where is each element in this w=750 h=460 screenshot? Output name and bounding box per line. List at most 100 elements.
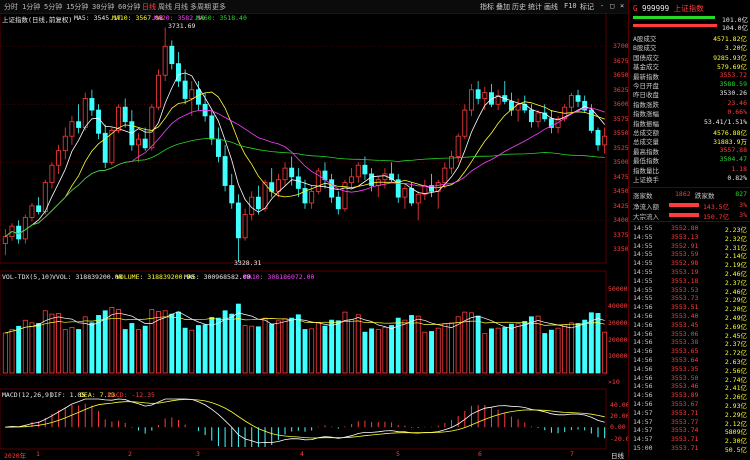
net-inflow-value: 143.5亿 [703, 203, 730, 211]
tick-time: 14:56 [633, 320, 653, 329]
tick-price: 3552.98 [671, 259, 699, 268]
low-annotation: 3328.31 [234, 259, 262, 267]
advance-decline-row: 涨家数 1862 跌家数 827 [633, 190, 747, 200]
tick-price: 3553.06 [671, 329, 699, 338]
price-axis-label: 3375 [613, 230, 629, 239]
candle-body [56, 150, 62, 166]
price-axis-label: 3625 [613, 85, 629, 94]
quote-row: 指数振幅 53.41/1.51% [633, 118, 747, 128]
tab-more[interactable]: 更多 [212, 2, 226, 12]
candle-body [295, 176, 301, 189]
date-axis-label: 7 [570, 450, 574, 458]
price-axis-label: 3350 [613, 245, 629, 254]
minimize-button[interactable]: - [600, 2, 604, 10]
net-inflow-row: 净流入额 143.5亿 3% [633, 201, 747, 211]
volume-bar [2, 332, 8, 374]
draw-button[interactable]: 画线 [544, 2, 558, 12]
tick-time: 14:57 [633, 408, 653, 417]
close-button[interactable]: × [620, 2, 624, 10]
candle-body [309, 190, 315, 204]
volume-bar [375, 329, 381, 374]
f10-button[interactable]: F10 [564, 2, 577, 10]
volume-bar [215, 317, 221, 374]
history-button[interactable]: 历史 [512, 2, 526, 12]
candle-body [62, 135, 68, 152]
tick-row: 14:56 3553.35 2.56亿 [633, 365, 747, 375]
price-axis-label: 3525 [613, 143, 629, 152]
tick-price: 3553.71 [671, 408, 699, 417]
tick-time: 14:56 [633, 312, 653, 320]
net-inflow-pct: 3% [739, 201, 747, 209]
candle-body [528, 109, 534, 123]
quote-row-label: 上证换手 [633, 176, 659, 184]
tab-fenshi[interactable]: 分时 [4, 2, 18, 12]
volume-bar [582, 319, 588, 374]
tick-price: 3553.71 [671, 435, 699, 444]
tick-time: 14:56 [633, 329, 653, 338]
candle-body [76, 121, 82, 128]
main-panel-frame [0, 12, 607, 264]
tick-row: 14:56 3553.46 2.41亿 [633, 382, 747, 392]
ratio-bar-green [633, 16, 715, 19]
quote-row: 上证换手 0.82% [633, 174, 747, 184]
macd-legend-title: MACD(12,26,9) [2, 391, 53, 399]
volume-bar [329, 319, 335, 374]
volume-bar [522, 321, 528, 374]
volume-bar [96, 315, 102, 374]
volume-bar [62, 329, 68, 374]
volume-bar [109, 307, 115, 374]
tab-60min[interactable]: 60分钟 [118, 2, 140, 12]
tab-daily[interactable]: 日线 [142, 2, 156, 12]
tab-30min[interactable]: 30分钟 [92, 2, 114, 12]
volume-bar [22, 319, 28, 374]
volume-bar [335, 320, 341, 374]
tick-time: 14:56 [633, 347, 653, 356]
quote-row: 国债成交 9285.93亿 [633, 52, 747, 62]
volume-bar [309, 328, 315, 374]
candle-body [49, 164, 55, 184]
price-axis-label: 3450 [613, 187, 629, 196]
kline-chart-area[interactable]: 上证指数(日线,前复权) MA5: 3545.17 MA10: 3567.08 … [0, 12, 633, 460]
quote-row: 最高指数 3557.88 [633, 146, 747, 156]
volume-bar [442, 323, 448, 374]
volume-bar [495, 327, 501, 374]
tick-row: 14:56 3553.45 2.69亿 [633, 320, 747, 331]
candle-body [469, 89, 474, 111]
block-inflow-value: 150.7亿 [703, 213, 730, 221]
tab-15min[interactable]: 15分钟 [66, 2, 88, 12]
tab-multi-period[interactable]: 多周期 [190, 2, 211, 12]
stats-button[interactable]: 统计 [528, 2, 542, 12]
block-inflow-bar [669, 213, 699, 217]
volume-bar [355, 314, 361, 374]
tick-row: 14:57 3553.71 2.29亿 [633, 408, 747, 419]
volume-bar [369, 328, 375, 374]
tab-weekly[interactable]: 周线 [158, 2, 172, 12]
date-axis-corner: 日线 [611, 452, 624, 460]
tab-5min[interactable]: 5分钟 [44, 2, 62, 12]
tab-1min[interactable]: 1分钟 [22, 2, 40, 12]
volume-bar [195, 325, 201, 374]
down-count: 827 [735, 190, 747, 198]
volume-bar [422, 331, 428, 374]
overlay-button[interactable]: 叠加 [496, 2, 510, 12]
candle-body [355, 164, 361, 178]
tick-time: 14:56 [633, 373, 653, 382]
mark-button[interactable]: 标记 [580, 2, 594, 12]
quote-row-value: 23.46 [727, 98, 747, 107]
quote-row-value: 0.82% [727, 174, 747, 182]
tab-monthly[interactable]: 月线 [174, 2, 188, 12]
tick-time: 14:57 [633, 426, 653, 435]
volume-bar [275, 320, 281, 374]
volume-bar [16, 325, 22, 374]
candle-body [209, 115, 215, 140]
volume-axis-label: 10000 [608, 352, 628, 361]
candle-body [89, 98, 95, 111]
volume-bar [129, 323, 135, 374]
candle-body [169, 45, 175, 65]
maximize-button[interactable]: □ [610, 2, 614, 10]
indicator-button[interactable]: 指标 [480, 2, 494, 12]
tick-price: 3553.67 [671, 400, 699, 408]
vol-legend-ma5: MA5: 300968582.00 [184, 273, 251, 281]
tick-row: 14:55 3553.59 2.14亿 [633, 250, 747, 260]
tick-time: 14:56 [633, 391, 653, 400]
